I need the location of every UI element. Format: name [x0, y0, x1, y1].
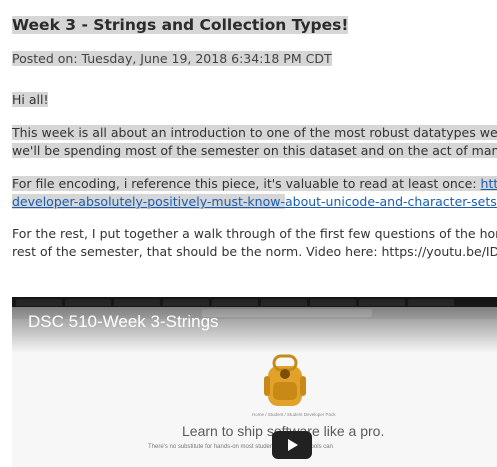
- unicode-article-link-tail[interactable]: about-unicode-and-character-sets-no: [285, 194, 497, 209]
- walkthrough-paragraph-line-2: rest of the semester, that should be the…: [12, 244, 497, 259]
- post-title: Week 3 - Strings and Collection Types!: [12, 16, 349, 34]
- intro-paragraph-line-1: This week is all about an introduction t…: [12, 124, 497, 142]
- intro-paragraph-line-2: we'll be spending most of the semester o…: [12, 142, 497, 160]
- encoding-paragraph-line-1: For file encoding, i reference this piec…: [12, 175, 497, 193]
- unicode-article-link[interactable]: https:/: [481, 176, 497, 191]
- play-button-icon[interactable]: [272, 431, 312, 459]
- walkthrough-paragraph-line-1: For the rest, I put together a walk thro…: [12, 226, 497, 241]
- posted-date: Posted on: Tuesday, June 19, 2018 6:34:1…: [12, 51, 332, 66]
- video-title[interactable]: DSC 510-Week 3-Strings: [28, 312, 219, 332]
- breadcrumb: Home / Student / Student Developer Pack: [252, 412, 336, 417]
- unicode-article-link-continued[interactable]: developer-absolutely-positively-must-kno…: [12, 194, 285, 209]
- encoding-paragraph-line-2: developer-absolutely-positively-must-kno…: [12, 193, 497, 211]
- greeting-paragraph: Hi all!: [12, 92, 49, 107]
- backpack-icon: [264, 354, 306, 406]
- video-embed[interactable]: Home / Student / Student Developer Pack …: [12, 297, 497, 467]
